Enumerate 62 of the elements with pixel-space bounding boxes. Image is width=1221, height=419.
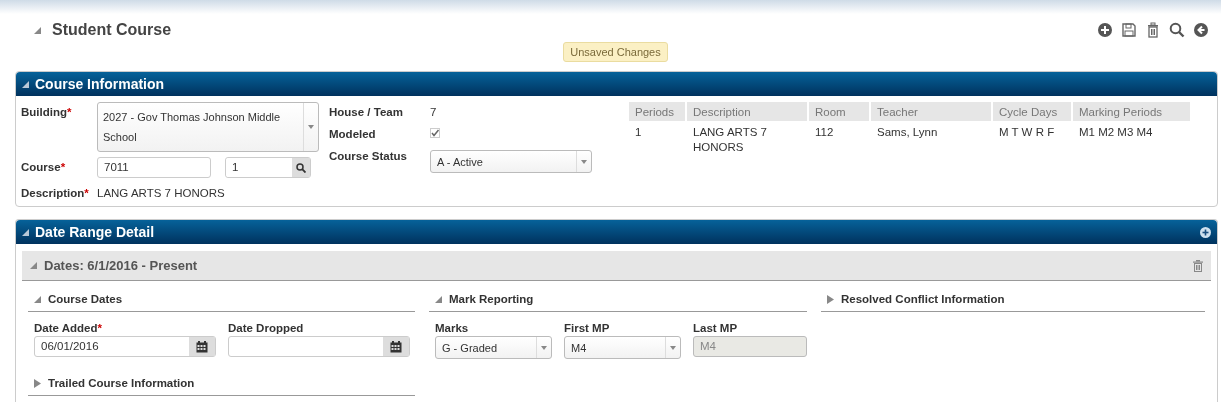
field-label: Course Status bbox=[329, 150, 408, 164]
select-field[interactable]: G - Graded bbox=[435, 336, 552, 359]
calendar-icon bbox=[196, 340, 208, 353]
select-field[interactable]: M4 bbox=[564, 336, 681, 359]
field-label: First MP bbox=[564, 322, 611, 334]
field-label: Date Added* bbox=[34, 322, 103, 334]
collapse-triangle-icon[interactable] bbox=[34, 25, 42, 35]
building-select[interactable]: 2027 - Gov Thomas Johnson Middle School bbox=[97, 102, 319, 152]
column-header: Periods bbox=[629, 102, 685, 121]
description-value: LANG ARTS 7 HONORS bbox=[97, 186, 226, 199]
table-cell-text: 1 bbox=[634, 125, 643, 140]
column-header: Cycle Days bbox=[993, 102, 1071, 121]
table-cell-text: Sams, Lynn bbox=[876, 125, 939, 140]
calendar-button[interactable] bbox=[189, 337, 215, 356]
calendar-icon bbox=[390, 340, 402, 353]
course-field[interactable]: 7011 bbox=[97, 157, 211, 178]
collapse-triangle-icon[interactable] bbox=[435, 294, 443, 304]
field-label: Marks bbox=[435, 322, 470, 334]
field-label: Date Dropped bbox=[228, 322, 305, 334]
calendar-button[interactable] bbox=[383, 337, 409, 356]
section-title: Mark Reporting bbox=[449, 293, 534, 305]
section-title: Trailed Course Information bbox=[48, 377, 195, 389]
column-header: Description bbox=[687, 102, 807, 121]
column-header: Marking Periods bbox=[1073, 102, 1190, 121]
search-icon[interactable] bbox=[1169, 22, 1185, 38]
panel-title: Course Information bbox=[35, 76, 165, 92]
date-range-title: Dates: 6/1/2016 - Present bbox=[44, 258, 198, 273]
save-icon[interactable] bbox=[1121, 22, 1137, 38]
field-label: Building* bbox=[21, 105, 73, 120]
text-field: M4 bbox=[693, 336, 807, 357]
column-header: Room bbox=[809, 102, 869, 121]
collapse-triangle-icon[interactable] bbox=[22, 79, 30, 89]
field-label: Last MP bbox=[693, 322, 739, 334]
add-icon[interactable] bbox=[1200, 226, 1211, 238]
section-title: Course Dates bbox=[48, 293, 123, 305]
field-label: House / Team bbox=[329, 106, 404, 118]
field-label: Description* bbox=[21, 186, 90, 199]
course-status-select[interactable]: A - Active bbox=[430, 150, 592, 173]
table-cell-text: LANG ARTS 7 HONORS bbox=[692, 125, 768, 155]
panel-title: Date Range Detail bbox=[35, 224, 155, 240]
unsaved-changes-badge: Unsaved Changes bbox=[563, 42, 668, 62]
table-cell-text: 112 bbox=[814, 125, 835, 140]
field-label: Course* bbox=[21, 160, 67, 175]
collapse-triangle-icon[interactable] bbox=[30, 261, 38, 270]
table-cell-text: M T W R F bbox=[998, 125, 1056, 140]
back-icon[interactable] bbox=[1193, 22, 1209, 38]
table-cell-text: M1 M2 M3 M4 bbox=[1078, 125, 1154, 140]
collapse-triangle-icon[interactable] bbox=[22, 227, 30, 237]
section-title: Resolved Conflict Information bbox=[841, 293, 1005, 305]
date-field[interactable]: 06/01/2016 bbox=[34, 336, 216, 357]
expand-triangle-icon[interactable] bbox=[827, 294, 835, 304]
house-team-value: 7 bbox=[430, 106, 438, 118]
add-icon[interactable] bbox=[1097, 22, 1113, 38]
modeled-checkbox[interactable] bbox=[430, 128, 440, 138]
trash-icon[interactable] bbox=[1145, 22, 1161, 38]
column-header: Teacher bbox=[871, 102, 991, 121]
trash-icon[interactable] bbox=[1193, 259, 1203, 272]
field-label: Modeled bbox=[329, 128, 377, 140]
expand-triangle-icon[interactable] bbox=[34, 378, 42, 388]
collapse-triangle-icon[interactable] bbox=[34, 294, 42, 304]
date-field[interactable] bbox=[228, 336, 410, 357]
page-title: Student Course bbox=[52, 21, 172, 39]
